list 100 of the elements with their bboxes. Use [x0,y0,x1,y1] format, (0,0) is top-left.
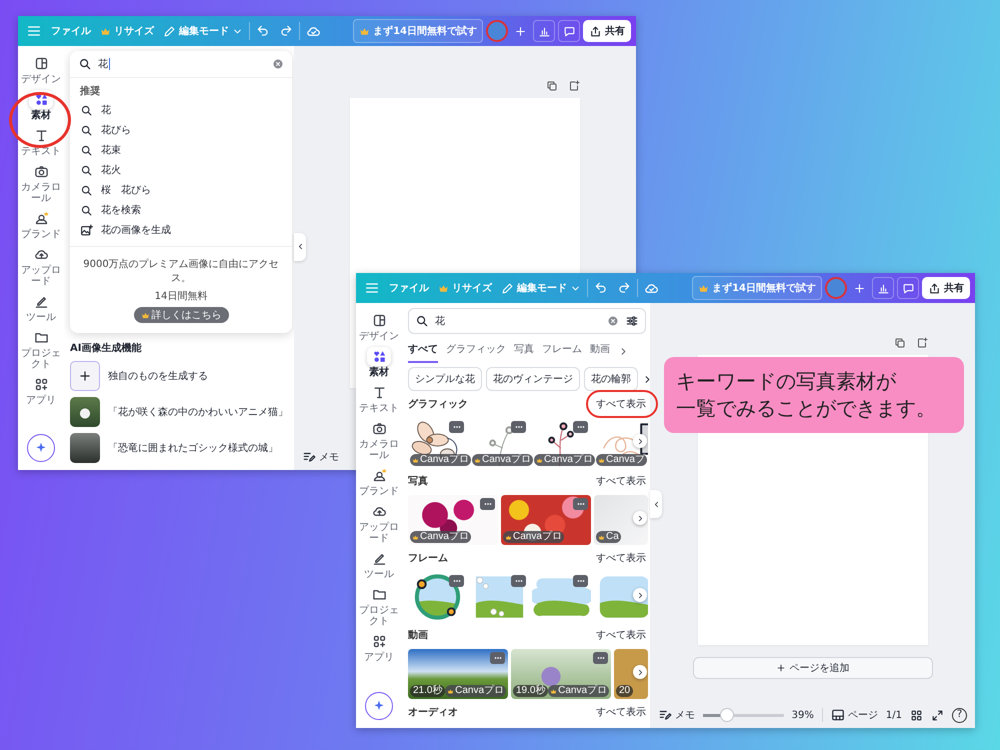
share-button[interactable]: 共有 [922,277,970,299]
sidebar-item[interactable]: アプリ [18,373,64,408]
magic-button[interactable] [365,692,393,720]
see-all-link[interactable]: すべて表示 [596,705,646,719]
prompt-text[interactable]: 「恐竜に囲まれたゴシック様式の城」 [108,441,278,455]
sidebar-item[interactable]: 素材 [18,88,64,123]
section-heading: 推奨 [78,84,101,99]
video-duration: 21.0秒 [410,685,446,697]
sidebar-item[interactable]: ブランド [356,464,402,499]
sidebar-item[interactable]: カメラロール [18,160,64,206]
learn-more-button[interactable]: 詳しくはこちら [134,307,228,323]
folder-icon [372,587,386,602]
more-button[interactable] [511,421,526,433]
add-page-icon[interactable] [568,80,580,92]
fullscreen-button[interactable] [931,708,944,722]
prompt-text[interactable]: 独自のものを生成する [108,369,208,383]
more-button[interactable] [573,421,588,433]
generate-tile[interactable] [70,361,100,391]
search-field[interactable]: 花 [408,308,646,334]
duplicate-icon[interactable] [894,337,906,349]
sidebar-item[interactable]: ツール [356,547,402,582]
crown-icon [412,456,419,464]
prompt-text[interactable]: 「花が咲く森の中のかわいいアニメ猫」 [108,405,288,419]
insights-button[interactable] [533,20,555,42]
magic-button[interactable] [27,434,55,462]
more-button[interactable] [449,575,464,587]
photo-placeholder[interactable]: Canvaプロ [501,495,591,545]
more-button[interactable] [490,652,505,664]
more-button[interactable] [480,498,495,510]
notes-button[interactable]: メモ [302,450,339,464]
video-placeholder[interactable]: 20 [614,649,648,699]
search-field[interactable]: 花 [70,51,292,78]
suggestion-item[interactable]: 花火 [70,160,292,180]
crown-icon [140,310,150,320]
crown-icon [698,282,710,294]
comment-button[interactable] [558,20,580,42]
suggestion-item[interactable]: 花びら [70,120,292,140]
more-button[interactable] [511,575,526,587]
pages-button[interactable]: ページ [830,708,878,722]
video-duration: 19.0秒 [513,685,548,697]
filter-chip[interactable]: 花の輪郭 [584,367,638,391]
plus-icon [514,24,527,38]
image-placeholder [70,397,100,427]
photo-placeholder[interactable]: Ca [594,495,648,545]
more-button[interactable] [593,652,608,664]
share-button[interactable]: 共有 [583,20,631,42]
notes-button[interactable]: メモ [658,708,695,722]
add-page-icon[interactable] [916,337,928,349]
sidebar-item[interactable]: デザイン [356,309,402,344]
category-tab[interactable]: 写真 [514,339,534,363]
sidebar-item[interactable]: 素材 [356,345,402,380]
filter-chip[interactable]: シンプルな花 [408,367,482,391]
more-button[interactable] [449,421,464,433]
grid-view-button[interactable] [910,708,923,722]
see-all-link[interactable]: すべて表示 [596,628,646,642]
category-tab[interactable]: フレーム [542,339,582,363]
clear-button[interactable] [607,315,619,327]
layout-panel-icon [34,56,48,71]
sidebar-item[interactable]: カメラロール [356,417,402,463]
clear-button[interactable] [272,58,284,70]
comment-button[interactable] [897,277,919,299]
video-placeholder[interactable]: 19.0秒 Canvaプロ [511,649,611,699]
suggestion-item[interactable]: 花 [70,100,292,120]
add-page-button[interactable]: ページを追加 [692,657,932,679]
duplicate-icon[interactable] [546,80,558,92]
filter-button[interactable] [625,314,639,328]
promo-text: 9000万点のプレミアム画像に自由にアクセス。 [82,258,280,285]
filter-chip[interactable]: 花のヴィンテージ [486,367,580,391]
see-all-link[interactable]: すべて表示 [596,474,646,488]
help-button[interactable]: ? [952,708,967,722]
sidebar-item[interactable]: ブランド [18,207,64,242]
category-tab[interactable]: すべて [408,339,438,363]
sidebar-item[interactable]: テキスト [18,124,64,159]
see-all-link[interactable]: すべて表示 [596,551,646,565]
see-all-link[interactable]: すべて表示 [596,397,646,411]
sidebar-item[interactable]: アプリ [356,630,402,665]
sidebar-item[interactable]: アップロード [18,243,64,289]
sidebar-item[interactable]: プロジェクト [356,583,402,629]
collapse-handle[interactable] [294,232,306,261]
sidebar-item[interactable]: アップロード [356,500,402,546]
sidebar-item[interactable]: テキスト [356,381,402,416]
sidebar-item[interactable]: プロジェクト [18,326,64,372]
suggestion-item[interactable]: 花の画像を生成 [70,220,292,240]
suggestion-item[interactable]: 桜 花びら [70,180,292,200]
more-button[interactable] [573,575,588,587]
sidebar-item[interactable]: デザイン [18,52,64,87]
redo-icon [617,281,631,295]
suggestion-item[interactable]: 花を検索 [70,200,292,220]
video-placeholder[interactable]: 21.0秒 Canvaプロ [408,649,508,699]
pro-tag-text: Canvaプロ [420,454,469,466]
collapse-handle[interactable] [650,490,662,518]
category-tab[interactable]: グラフィック [446,339,506,363]
more-button[interactable] [573,498,588,510]
suggestion-item[interactable]: 花束 [70,140,292,160]
category-tab[interactable]: 動画 [590,339,610,363]
insights-button[interactable] [872,277,894,299]
photo-placeholder[interactable]: Canvaプロ [408,495,498,545]
next-button[interactable] [633,434,647,448]
sidebar-item[interactable]: ツール [18,290,64,325]
sliders-icon [625,314,639,328]
